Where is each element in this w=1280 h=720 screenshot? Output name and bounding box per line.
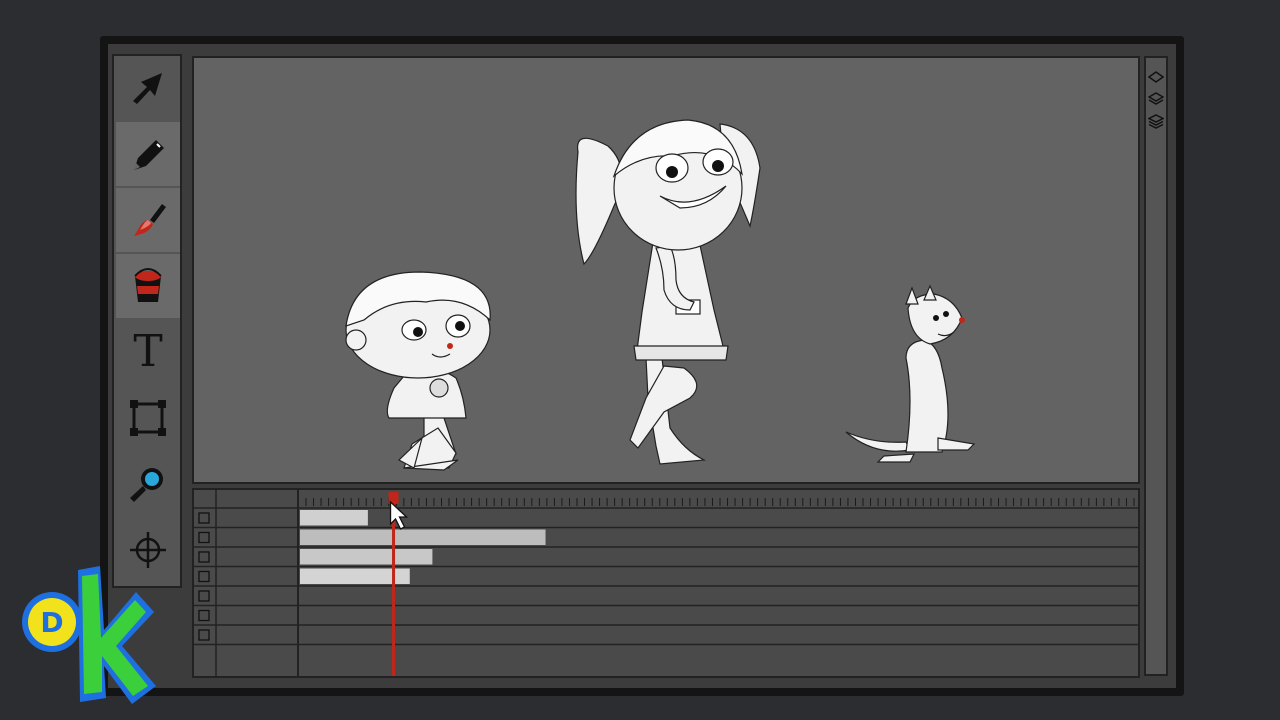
timeline-grid[interactable] [194,490,1138,676]
layer-visibility-checkbox[interactable] [198,570,210,583]
select-arrow-tool[interactable] [116,56,180,120]
layer-visibility-checkbox[interactable] [198,609,210,622]
frame-ruler[interactable] [305,498,1135,506]
ferret-character [845,284,976,463]
boy-character [345,271,491,471]
layer-panel [1144,56,1168,676]
paint-bucket-tool[interactable] [116,254,180,318]
three-layers-icon[interactable] [1148,114,1164,130]
layer-visibility-checkbox[interactable] [198,629,210,641]
paint-bucket-icon [134,268,162,302]
layer-visibility-checkbox[interactable] [198,551,210,563]
pencil-icon [134,140,164,170]
timeline-clip[interactable] [300,510,368,526]
tool-palette: T [112,54,182,588]
girl-character [575,119,761,465]
stage-artwork [345,119,976,471]
arrow-icon [133,73,162,104]
drawing-stage[interactable] [192,56,1140,484]
pencil-tool[interactable] [116,122,180,186]
text-icon: T [133,326,163,377]
layer-visibility-checkbox[interactable] [198,590,210,602]
dk-logo: D [22,566,156,704]
layer-visibility-checkbox[interactable] [198,531,210,544]
text-tool[interactable]: T [116,320,180,384]
logo-letter-d: D [40,606,63,639]
timeline-clip[interactable] [300,549,433,565]
transform-tool[interactable] [116,386,180,450]
single-layer-icon[interactable] [1148,70,1164,86]
timeline-clip[interactable] [300,529,546,546]
layer-visibility-checkbox[interactable] [198,512,210,524]
zoom-tool[interactable] [116,452,180,516]
brush-icon [134,204,166,236]
brush-tool[interactable] [116,188,180,252]
magnifier-icon [130,468,163,502]
transform-box-icon [130,400,166,436]
timeline-panel[interactable] [192,488,1140,678]
two-layers-icon[interactable] [1148,92,1164,108]
